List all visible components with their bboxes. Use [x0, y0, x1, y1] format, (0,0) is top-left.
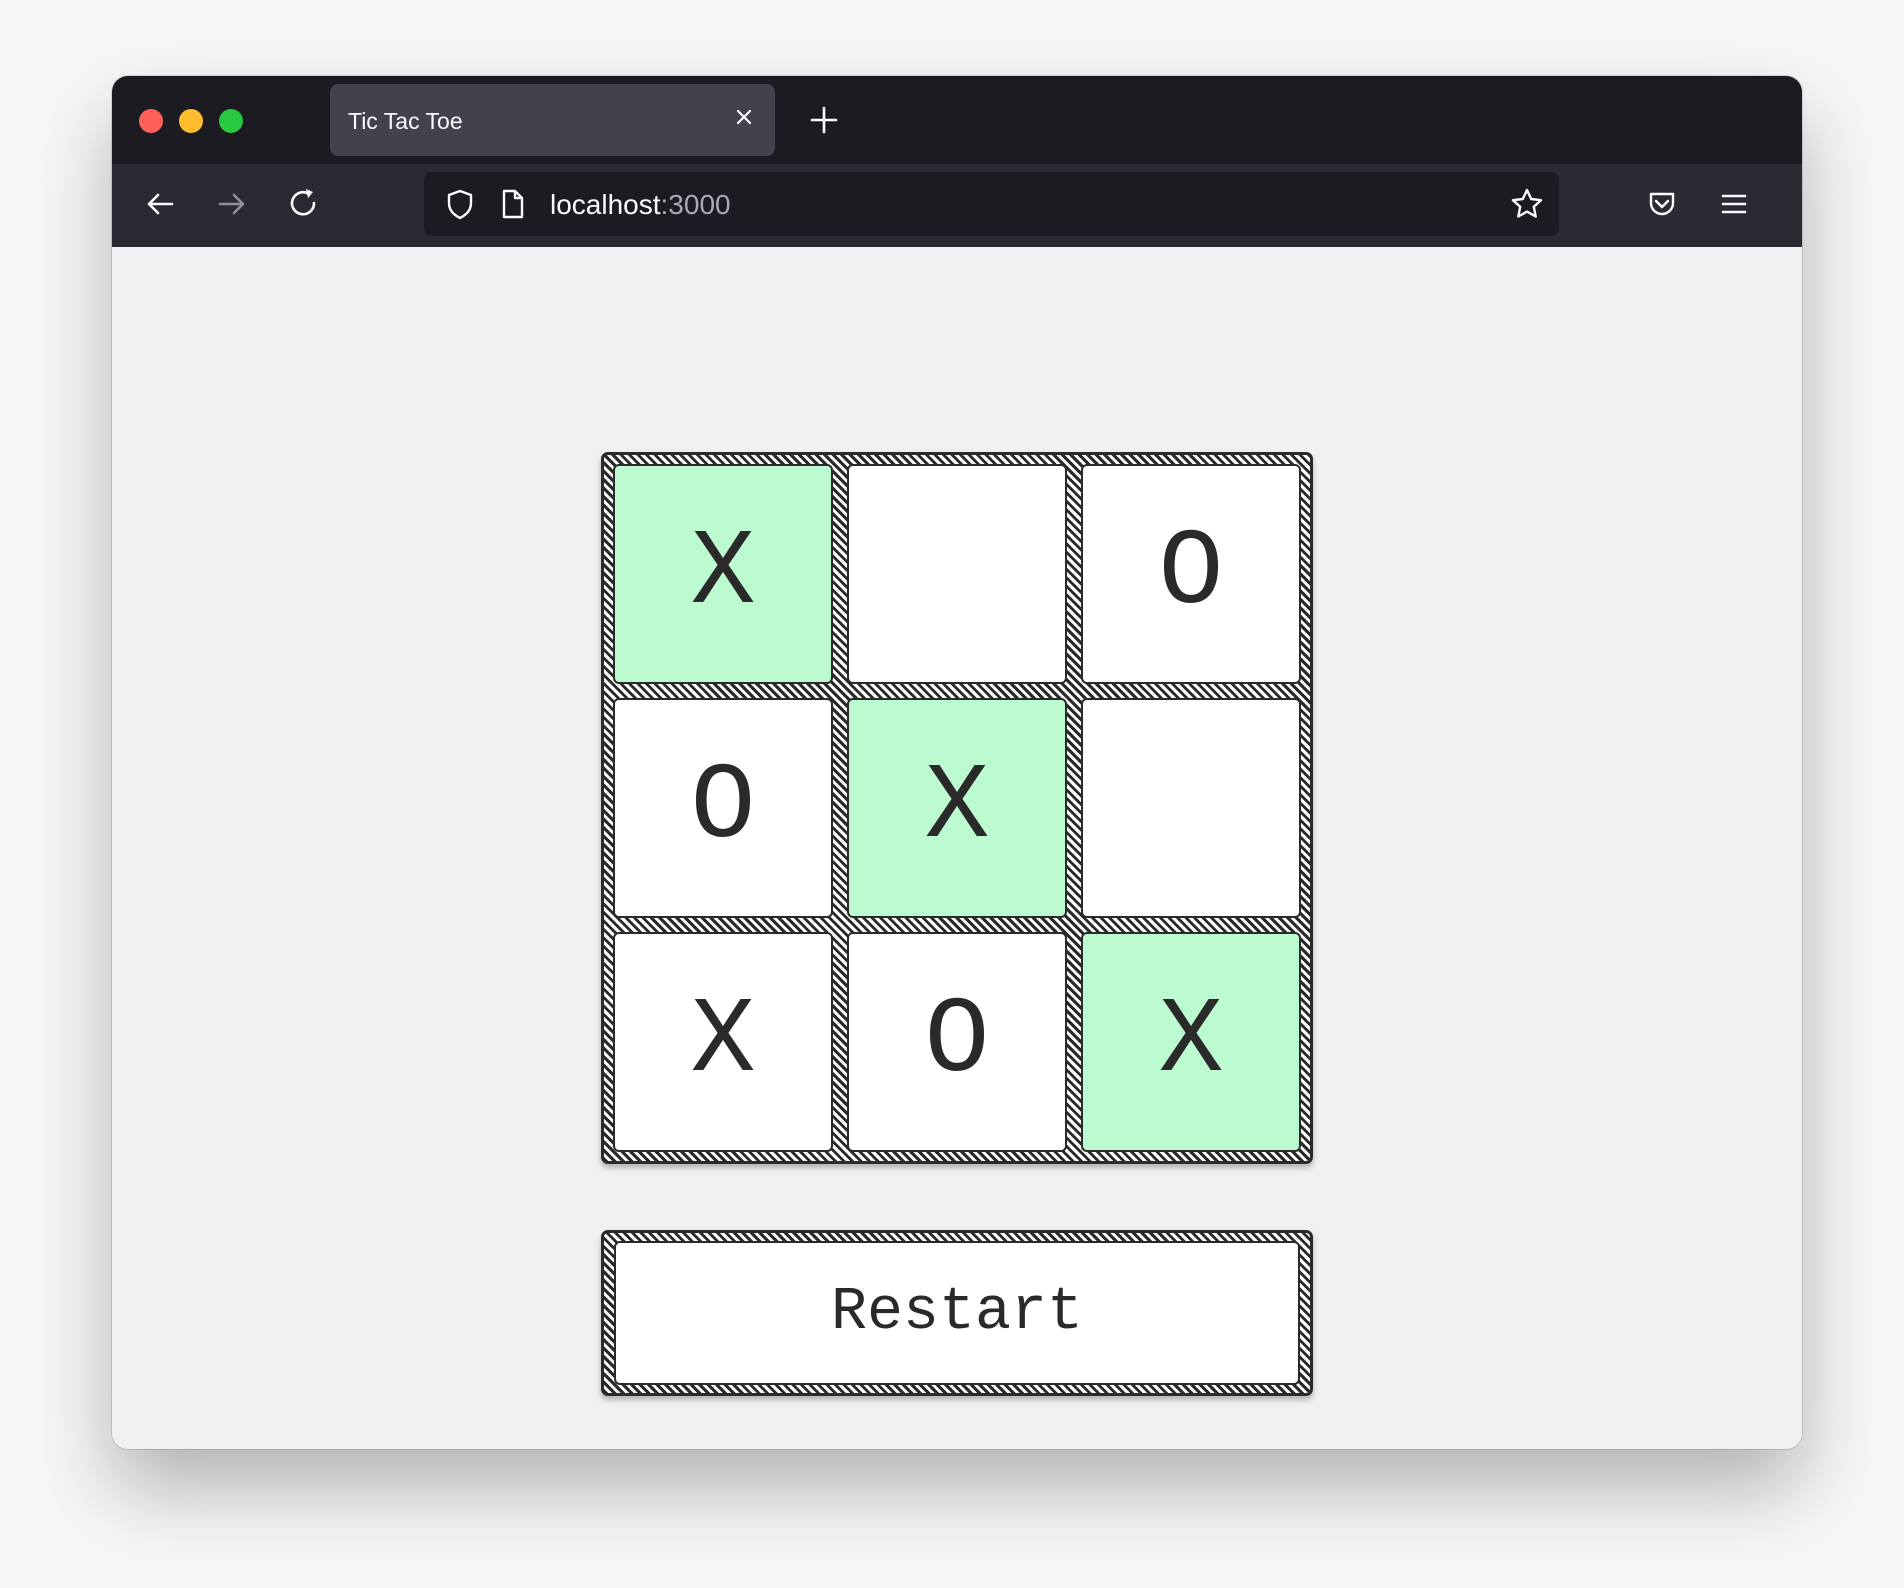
board-cell-7[interactable]: O	[847, 932, 1067, 1152]
restart-frame: Restart	[601, 1230, 1313, 1396]
board-cell-1[interactable]	[847, 464, 1067, 684]
plus-icon[interactable]	[804, 100, 844, 140]
board-cell-5[interactable]	[1081, 698, 1301, 918]
board-cell-3[interactable]: O	[613, 698, 833, 918]
restart-button[interactable]: Restart	[614, 1241, 1300, 1385]
arrow-right-icon[interactable]	[212, 184, 252, 224]
tab-title: Tic Tac Toe	[348, 108, 463, 134]
shield-icon[interactable]	[440, 184, 480, 224]
board-cell-6[interactable]: X	[613, 932, 833, 1152]
star-icon[interactable]	[1507, 184, 1547, 224]
browser-tab[interactable]: Tic Tac Toe	[330, 84, 775, 156]
page-icon	[492, 184, 532, 224]
board-cell-8[interactable]: X	[1081, 932, 1301, 1152]
close-icon[interactable]	[729, 102, 759, 132]
title-bar: Tic Tac Toe	[112, 76, 1802, 164]
board-cell-4[interactable]: X	[847, 698, 1067, 918]
url-host: localhost	[550, 189, 661, 220]
browser-window: Tic Tac Toe localhost:3000 X O O X X O X…	[112, 76, 1802, 1449]
url-text[interactable]: localhost:3000	[550, 189, 731, 221]
game-board: X O O X X O X	[601, 452, 1313, 1164]
board-cell-0[interactable]: X	[613, 464, 833, 684]
navigation-toolbar: localhost:3000	[112, 164, 1802, 248]
page-content: X O O X X O X Restart	[112, 247, 1802, 1449]
url-port: :3000	[660, 189, 731, 220]
reload-icon[interactable]	[284, 184, 324, 224]
arrow-left-icon[interactable]	[140, 184, 180, 224]
hamburger-menu-icon[interactable]	[1714, 184, 1754, 224]
minimize-window-button[interactable]	[179, 109, 203, 133]
pocket-icon[interactable]	[1642, 184, 1682, 224]
close-window-button[interactable]	[139, 109, 163, 133]
url-bar[interactable]: localhost:3000	[424, 172, 1559, 236]
board-cell-2[interactable]: O	[1081, 464, 1301, 684]
zoom-window-button[interactable]	[219, 109, 243, 133]
